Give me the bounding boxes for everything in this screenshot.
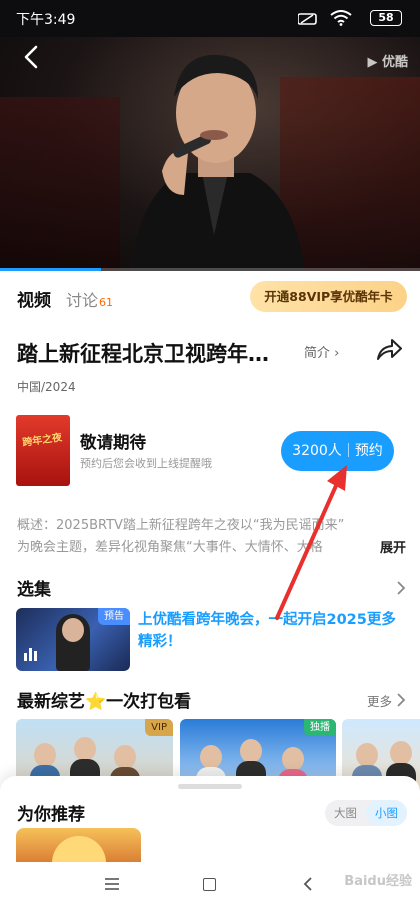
more-link[interactable]: 更多 [367,691,392,710]
cast-face [74,737,96,761]
signal-icon [298,13,317,25]
poster-text: 跨年之夜 [21,432,63,449]
vip-badge: VIP [145,719,173,736]
tab-video[interactable]: 视频 [17,286,51,311]
playing-bars-icon [24,646,39,665]
video-player[interactable]: ▶ 优酷 [0,37,420,271]
tab-discuss-label: 讨论 [66,291,99,310]
system-nav-bar: Baidu经验 [0,862,420,910]
back-arrow-icon[interactable] [20,45,44,69]
youku-logo: ▶ 优酷 [367,55,408,70]
share-icon[interactable] [374,335,404,363]
stage-light [0,97,120,271]
wifi-icon [330,10,352,26]
view-toggle: 大图 小图 [325,800,407,826]
episodes-title: 选集 [17,580,51,600]
recommend-title: 为你推荐 [17,805,85,825]
intro-label: 简介 [304,346,331,361]
exclusive-badge: 独播 [304,719,336,736]
trailer-tag: 预告 [98,608,130,625]
cast-face [200,745,222,769]
battery-icon: 58 [370,10,402,26]
variety-title: 最新综艺⭐一次打包看 [17,692,192,712]
view-small-option[interactable]: 小图 [366,800,407,826]
cast-face [114,745,136,769]
reserve-count: 3200人 [292,443,342,459]
home-icon[interactable] [203,878,216,891]
cast-face [282,747,304,771]
cast-face [34,743,56,767]
annotation-arrow [275,465,347,620]
reserve-action: 预约 [354,443,383,459]
cast-face [356,743,378,767]
back-icon[interactable] [303,877,313,891]
cast-face [390,741,412,765]
chevron-right-icon: › [334,346,340,361]
sheet-handle[interactable] [178,784,242,789]
status-bar: 下午3:49 58 [0,0,420,37]
vip-promo-button[interactable]: 开通88VIP享优酷年卡 [250,281,407,312]
show-title: 踏上新征程北京卫视跨年… [17,342,269,366]
episode-thumbnail[interactable]: 预告 [16,608,130,671]
separator [347,443,349,457]
person-face [62,618,84,642]
show-meta: 中国/2024 [17,380,76,394]
watermark: Baidu经验 [344,874,412,889]
reserve-hint: 预约后您会收到上线提醒哦 [80,457,212,470]
intro-link[interactable]: 简介 › [304,342,339,361]
status-time: 下午3:49 [16,12,76,28]
cast-face [240,739,262,763]
expand-button[interactable]: 展开 [375,537,406,556]
reserve-title: 敬请期待 [80,433,146,452]
tab-discuss[interactable]: 讨论61 [66,287,113,311]
chevron-right-icon[interactable] [396,581,406,595]
chevron-right-icon[interactable] [396,693,406,707]
menu-icon[interactable] [105,878,119,890]
reserve-poster[interactable]: 跨年之夜 [16,415,70,486]
singer-figure [130,54,305,271]
discuss-count: 61 [99,296,114,309]
view-large-option[interactable]: 大图 [325,800,366,826]
tab-bar: 视频 讨论61 开通88VIP享优酷年卡 [0,271,420,323]
